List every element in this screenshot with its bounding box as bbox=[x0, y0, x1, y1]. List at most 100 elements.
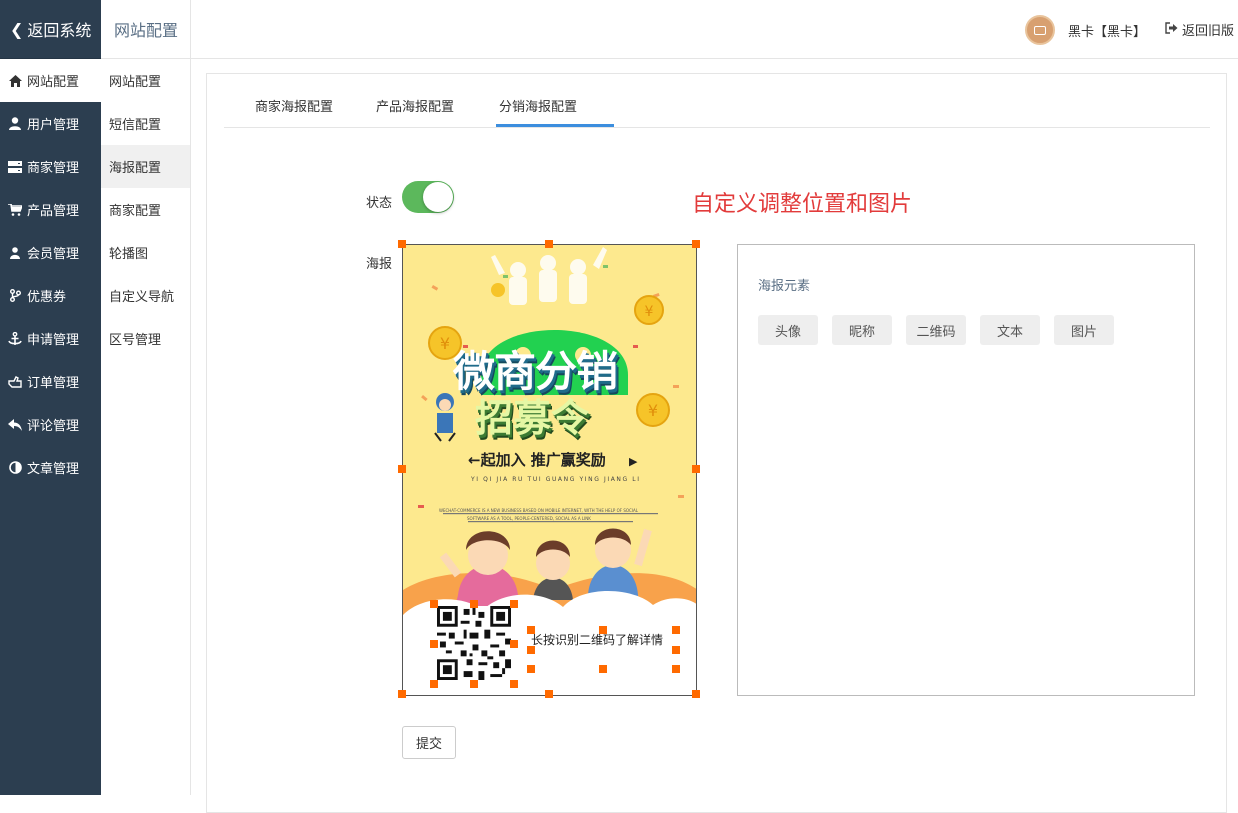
sidebar-item-coupons[interactable]: 优惠券 bbox=[0, 274, 101, 317]
sidebar-item-merchants[interactable]: 商家管理 bbox=[0, 145, 101, 188]
home-icon bbox=[8, 74, 22, 88]
resize-handle[interactable] bbox=[510, 680, 518, 688]
user-icon bbox=[8, 117, 22, 131]
svg-text:¥: ¥ bbox=[648, 401, 658, 420]
resize-handle[interactable] bbox=[430, 680, 438, 688]
toggle-knob bbox=[423, 182, 453, 212]
resize-handle[interactable] bbox=[599, 626, 607, 634]
back-label: 返回系统 bbox=[27, 21, 92, 40]
resize-handle[interactable] bbox=[672, 626, 680, 634]
users-icon bbox=[8, 246, 22, 260]
subnav-item-merchant-config[interactable]: 商家配置 bbox=[101, 188, 190, 231]
resize-handle[interactable] bbox=[692, 690, 700, 698]
resize-handle[interactable] bbox=[545, 240, 553, 248]
add-qrcode-button[interactable]: 二维码 bbox=[906, 315, 966, 345]
sign-out-icon bbox=[1165, 22, 1178, 37]
tab-merchant-poster[interactable]: 商家海报配置 bbox=[255, 96, 333, 115]
add-text-button[interactable]: 文本 bbox=[980, 315, 1040, 345]
sidebar-item-label: 文章管理 bbox=[27, 462, 80, 477]
resize-handle[interactable] bbox=[527, 646, 535, 654]
poster-canvas[interactable]: ¥ ¥ ¥ 微商分销 招募令 ←起加入 推广赢奖励 ▶ YI QI JIA RU… bbox=[402, 244, 697, 696]
resize-handle[interactable] bbox=[527, 626, 535, 634]
sidebar-item-label: 订单管理 bbox=[27, 376, 80, 391]
sidebar-item-label: 申请管理 bbox=[27, 333, 80, 348]
resize-handle[interactable] bbox=[470, 600, 478, 608]
add-nickname-button[interactable]: 昵称 bbox=[832, 315, 892, 345]
svg-text:¥: ¥ bbox=[440, 334, 450, 353]
resize-handle[interactable] bbox=[430, 600, 438, 608]
sub-navigation: 网站配置 网站配置 短信配置 海报配置 商家配置 轮播图 自定义导航 区号管理 bbox=[101, 0, 191, 795]
poster-elements-panel: 海报元素 头像 昵称 二维码 文本 图片 bbox=[737, 244, 1195, 696]
poster-qr-text: 长按识别二维码了解详情 bbox=[531, 633, 664, 647]
tab-bar: 商家海报配置 产品海报配置 分销海报配置 bbox=[224, 74, 1210, 128]
avatar bbox=[1024, 15, 1055, 45]
sidebar-item-members[interactable]: 会员管理 bbox=[0, 231, 101, 274]
subnav-item-poster-config[interactable]: 海报配置 bbox=[101, 145, 190, 188]
sidebar-item-users[interactable]: 用户管理 bbox=[0, 102, 101, 145]
user-menu[interactable]: 黑卡【黑卡】 bbox=[1024, 15, 1146, 45]
active-tab-indicator bbox=[496, 124, 614, 127]
resize-handle[interactable] bbox=[510, 600, 518, 608]
chevron-left-icon: ❮ bbox=[10, 19, 24, 39]
add-image-button[interactable]: 图片 bbox=[1054, 315, 1114, 345]
sidebar-item-label: 产品管理 bbox=[27, 204, 80, 219]
arrow-right-icon: ▶ bbox=[629, 455, 638, 468]
poster-elements-title: 海报元素 bbox=[758, 279, 811, 294]
user-name: 黑卡【黑卡】 bbox=[1067, 24, 1146, 40]
back-to-system-button[interactable]: ❮ 返回系统 bbox=[0, 0, 101, 59]
return-old-version-link[interactable]: 返回旧版 bbox=[1165, 20, 1234, 39]
branch-icon bbox=[8, 289, 22, 303]
sidebar-item-label: 评论管理 bbox=[27, 419, 80, 434]
hand-icon bbox=[8, 375, 22, 389]
resize-handle[interactable] bbox=[527, 665, 535, 673]
subnav-item-sms-config[interactable]: 短信配置 bbox=[101, 102, 190, 145]
server-icon bbox=[8, 160, 22, 174]
resize-handle[interactable] bbox=[430, 640, 438, 648]
resize-handle[interactable] bbox=[672, 646, 680, 654]
resize-handle[interactable] bbox=[510, 640, 518, 648]
resize-handle[interactable] bbox=[398, 465, 406, 473]
old-version-label: 返回旧版 bbox=[1181, 24, 1234, 39]
resize-handle[interactable] bbox=[672, 665, 680, 673]
card-icon bbox=[1033, 25, 1046, 35]
subnav-item-site-config[interactable]: 网站配置 bbox=[101, 59, 190, 102]
resize-handle[interactable] bbox=[398, 240, 406, 248]
sidebar-item-label: 网站配置 bbox=[27, 75, 80, 90]
poster-slogan-row: ←起加入 推广赢奖励 ▶ bbox=[468, 449, 638, 470]
subnav-item-area-code[interactable]: 区号管理 bbox=[101, 317, 190, 360]
resize-handle[interactable] bbox=[470, 680, 478, 688]
sidebar-item-label: 用户管理 bbox=[27, 118, 80, 133]
sidebar-item-label: 优惠券 bbox=[27, 290, 67, 305]
resize-handle[interactable] bbox=[599, 665, 607, 673]
sidebar-item-reviews[interactable]: 评论管理 bbox=[0, 403, 101, 446]
svg-text:¥: ¥ bbox=[645, 304, 654, 320]
anchor-icon bbox=[8, 331, 22, 346]
sidebar-item-site-config[interactable]: 网站配置 bbox=[0, 59, 101, 102]
resize-handle[interactable] bbox=[692, 465, 700, 473]
reply-icon bbox=[8, 418, 22, 432]
sidebar-item-applications[interactable]: 申请管理 bbox=[0, 317, 101, 360]
tab-product-poster[interactable]: 产品海报配置 bbox=[376, 96, 454, 115]
subnav-item-carousel[interactable]: 轮播图 bbox=[101, 231, 190, 274]
main-panel: 商家海报配置 产品海报配置 分销海报配置 状态 自定义调整位置和图片 海报 ¥ … bbox=[206, 73, 1227, 813]
sidebar-item-orders[interactable]: 订单管理 bbox=[0, 360, 101, 403]
add-avatar-button[interactable]: 头像 bbox=[758, 315, 818, 345]
sidebar-item-products[interactable]: 产品管理 bbox=[0, 188, 101, 231]
tab-distribution-poster[interactable]: 分销海报配置 bbox=[499, 96, 577, 115]
submit-button[interactable]: 提交 bbox=[402, 726, 456, 759]
poster-slogan: 起加入 推广赢奖励 bbox=[480, 451, 606, 469]
status-label: 状态 bbox=[366, 196, 393, 211]
hint-text: 自定义调整位置和图片 bbox=[692, 192, 913, 217]
resize-handle[interactable] bbox=[692, 240, 700, 248]
status-toggle[interactable] bbox=[402, 181, 454, 213]
arrow-left-icon: ← bbox=[468, 451, 481, 469]
poster-title-line2: 招募令 bbox=[475, 396, 590, 440]
poster-label: 海报 bbox=[366, 257, 393, 272]
qr-code bbox=[437, 606, 511, 680]
poster-english-1: WECHAT-COMMERCE IS A NEW BUSINESS BASED … bbox=[439, 508, 638, 513]
contrast-icon bbox=[8, 461, 22, 475]
sidebar-item-articles[interactable]: 文章管理 bbox=[0, 446, 101, 489]
subnav-item-custom-nav[interactable]: 自定义导航 bbox=[101, 274, 190, 317]
resize-handle[interactable] bbox=[545, 690, 553, 698]
resize-handle[interactable] bbox=[398, 690, 406, 698]
